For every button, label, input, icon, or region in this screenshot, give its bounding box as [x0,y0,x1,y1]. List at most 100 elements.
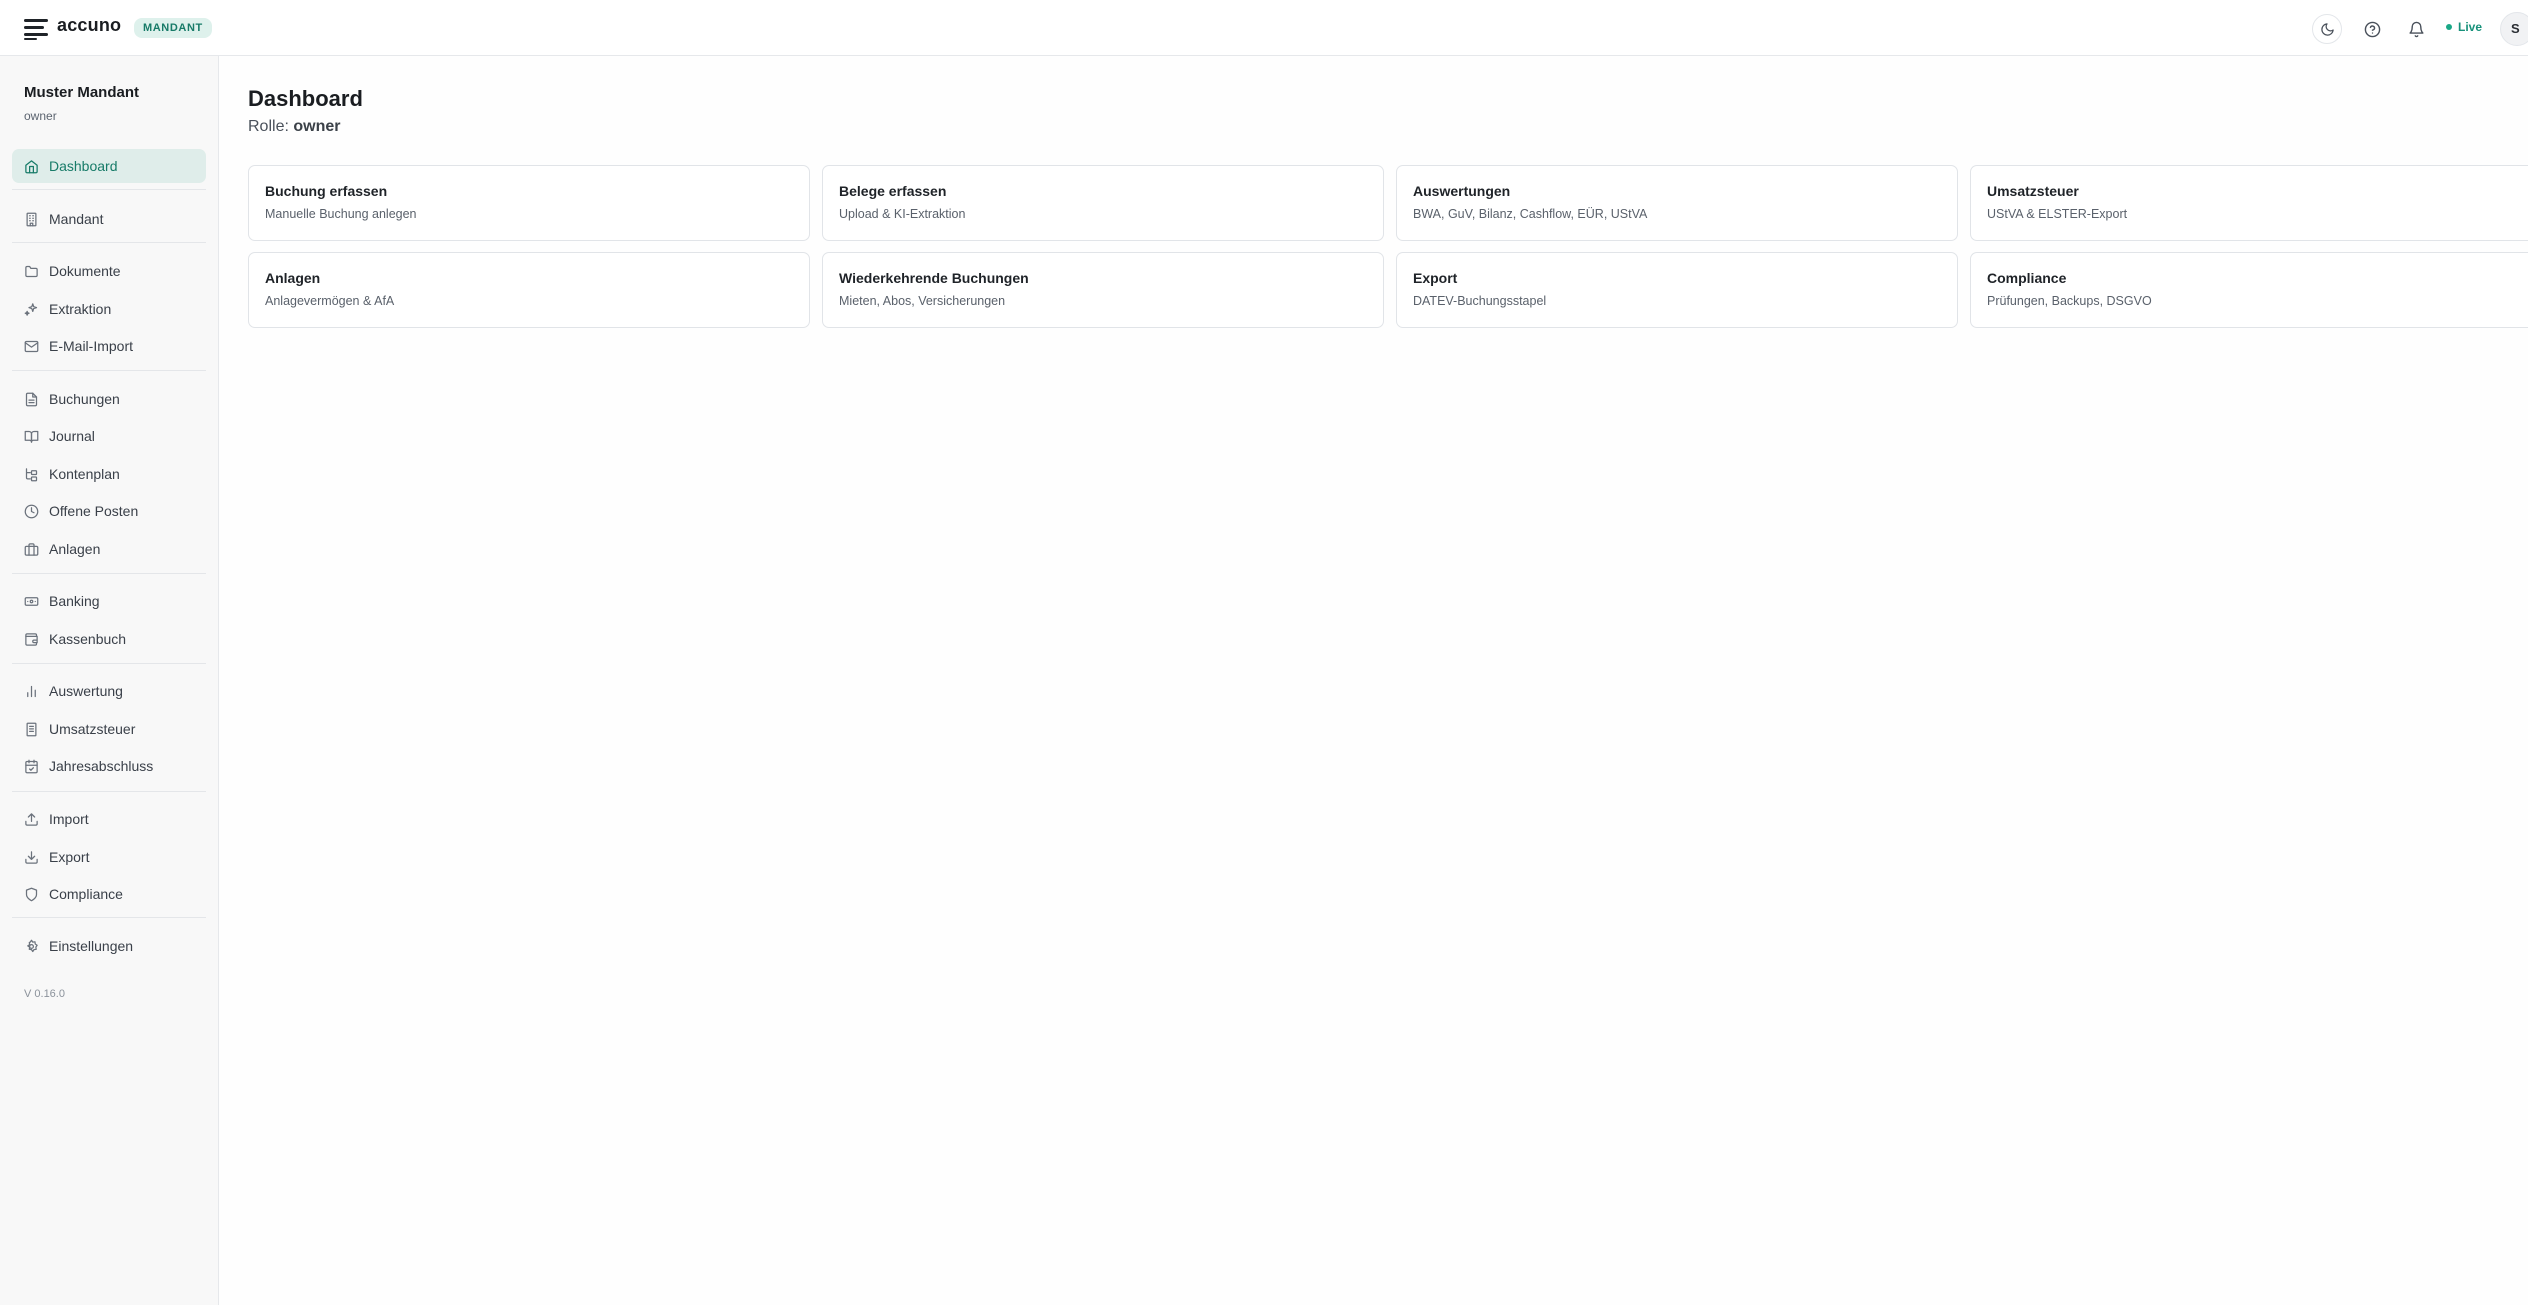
building-icon [23,211,39,227]
menu-icon[interactable] [24,18,50,40]
nav-divider [12,791,206,792]
role-value: owner [293,118,341,135]
card-buchung-erfassen[interactable]: Buchung erfassen Manuelle Buchung anlege… [248,165,810,241]
sidebar-item-label: Extraktion [49,301,112,317]
sidebar-item-export[interactable]: Export [12,840,206,874]
live-status: Live [2446,20,2482,34]
card-subtitle: Manuelle Buchung anlegen [265,207,417,221]
live-dot-icon [2446,24,2452,30]
sidebar-item-extraktion[interactable]: Extraktion [12,292,206,326]
bell-icon[interactable] [2401,14,2431,44]
briefcase-icon [23,541,39,557]
card-subtitle: DATEV-Buchungsstapel [1413,294,1547,308]
card-export[interactable]: Export DATEV-Buchungsstapel [1396,252,1958,328]
card-subtitle: Prüfungen, Backups, DSGVO [1987,294,2152,308]
card-title: Anlagen [265,270,321,286]
calendar-check-icon [23,758,39,774]
sidebar-item-label: Journal [49,428,95,444]
sidebar-item-email-import[interactable]: E-Mail-Import [12,329,206,363]
help-icon[interactable] [2357,14,2387,44]
sidebar-item-label: Import [49,811,89,827]
sidebar-item-compliance[interactable]: Compliance [12,877,206,911]
sidebar-item-label: Dashboard [49,158,118,174]
book-open-icon [23,428,39,444]
nav-divider [12,573,206,574]
sidebar-item-label: Kontenplan [49,466,120,482]
role-label: Rolle: [248,118,289,135]
card-title: Auswertungen [1413,183,1511,199]
sidebar-item-label: Offene Posten [49,503,139,519]
sidebar-item-label: E-Mail-Import [49,338,134,354]
sidebar-item-dashboard[interactable]: Dashboard [12,149,206,183]
sidebar-item-anlagen[interactable]: Anlagen [12,532,206,566]
card-title: Belege erfassen [839,183,947,199]
sidebar-item-einstellungen[interactable]: Einstellungen [12,929,206,963]
sidebar-item-label: Kassenbuch [49,631,127,647]
mail-icon [23,338,39,354]
sidebar-item-jahresabschluss[interactable]: Jahresabschluss [12,749,206,783]
sidebar-item-dokumente[interactable]: Dokumente [12,254,206,288]
sidebar-item-label: Export [49,849,90,865]
sidebar-item-kontenplan[interactable]: Kontenplan [12,457,206,491]
sidebar-item-label: Buchungen [49,391,120,407]
nav-divider [12,663,206,664]
avatar[interactable]: S [2500,12,2528,46]
card-auswertungen[interactable]: Auswertungen BWA, GuV, Bilanz, Cashflow,… [1396,165,1958,241]
bar-chart-icon [23,683,39,699]
sidebar-item-label: Banking [49,593,100,609]
tree-icon [23,466,39,482]
wallet-icon [23,631,39,647]
folder-icon [23,263,39,279]
sidebar-item-label: Auswertung [49,683,123,699]
sidebar: Muster Mandant owner Dashboard Mandant D… [0,56,219,1305]
nav-divider [12,917,206,918]
app-version: V 0.16.0 [24,988,65,1000]
card-wiederkehrende-buchungen[interactable]: Wiederkehrende Buchungen Mieten, Abos, V… [822,252,1384,328]
sidebar-item-mandant[interactable]: Mandant [12,202,206,236]
mode-badge: MANDANT [134,18,212,38]
nav-divider [12,189,206,190]
live-label: Live [2458,20,2483,34]
sidebar-item-label: Einstellungen [49,938,134,954]
receipt-icon [23,721,39,737]
top-bar: accuno MANDANT Live S [0,0,2528,56]
sidebar-item-kassenbuch[interactable]: Kassenbuch [12,622,206,656]
app-logo[interactable]: accuno [57,15,121,36]
card-compliance[interactable]: Compliance Prüfungen, Backups, DSGVO [1970,252,2528,328]
card-title: Buchung erfassen [265,183,388,199]
card-title: Wiederkehrende Buchungen [839,270,1029,286]
sidebar-item-umsatzsteuer[interactable]: Umsatzsteuer [12,712,206,746]
nav-divider [12,242,206,243]
card-subtitle: Upload & KI-Extraktion [839,207,966,221]
sidebar-item-auswertung[interactable]: Auswertung [12,674,206,708]
sidebar-item-buchungen[interactable]: Buchungen [12,382,206,416]
shield-icon [23,886,39,902]
role-line: Rolle: owner [248,118,340,136]
sidebar-item-offene-posten[interactable]: Offene Posten [12,494,206,528]
sidebar-item-journal[interactable]: Journal [12,419,206,453]
card-belege-erfassen[interactable]: Belege erfassen Upload & KI-Extraktion [822,165,1384,241]
sidebar-item-banking[interactable]: Banking [12,584,206,618]
card-subtitle: Anlagevermögen & AfA [265,294,395,308]
download-icon [23,849,39,865]
file-text-icon [23,391,39,407]
card-title: Export [1413,270,1458,286]
card-subtitle: UStVA & ELSTER-Export [1987,207,2128,221]
banknote-icon [23,593,39,609]
moon-icon[interactable] [2312,14,2342,44]
sparkles-icon [23,301,39,317]
sidebar-item-label: Compliance [49,886,123,902]
sidebar-item-import[interactable]: Import [12,802,206,836]
page-title: Dashboard [248,86,363,111]
sidebar-item-label: Jahresabschluss [49,758,154,774]
sidebar-item-label: Anlagen [49,541,101,557]
card-title: Compliance [1987,270,2067,286]
tenant-name: Muster Mandant [24,84,140,101]
card-umsatzsteuer[interactable]: Umsatzsteuer UStVA & ELSTER-Export [1970,165,2528,241]
card-title: Umsatzsteuer [1987,183,2079,199]
card-anlagen[interactable]: Anlagen Anlagevermögen & AfA [248,252,810,328]
sidebar-item-label: Dokumente [49,263,121,279]
upload-icon [23,811,39,827]
nav-divider [12,370,206,371]
sidebar-item-label: Umsatzsteuer [49,721,136,737]
